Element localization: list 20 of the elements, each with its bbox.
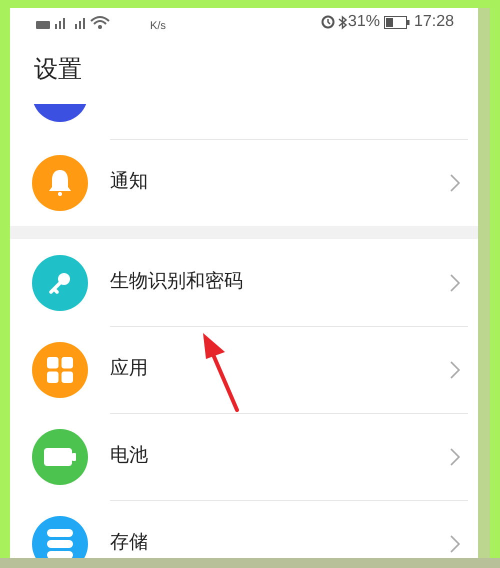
chevron-icon (450, 274, 460, 292)
speed-text: K/s (150, 18, 166, 34)
battery-icon (384, 16, 410, 28)
settings-item[interactable]: 电池 (10, 413, 478, 500)
grid-icon (47, 356, 73, 382)
settings-item[interactable]: 生物识别和密码 (10, 239, 478, 326)
bluetooth-icon (338, 14, 347, 30)
settings-item[interactable]: 应用 (10, 326, 478, 413)
settings-item[interactable]: 通知 (10, 139, 478, 226)
storage-icon (47, 528, 73, 558)
alarm-icon (320, 15, 335, 29)
clock-time: 17:28 (414, 12, 454, 32)
chevron-icon (450, 360, 460, 378)
bell-icon (46, 168, 74, 198)
battery-percent: 31% (348, 12, 380, 32)
chevron-icon (450, 448, 460, 466)
chevron-icon (450, 534, 460, 552)
chevron-icon (450, 174, 460, 192)
page-title: 设置 (34, 55, 82, 85)
battery-icon (44, 448, 76, 466)
